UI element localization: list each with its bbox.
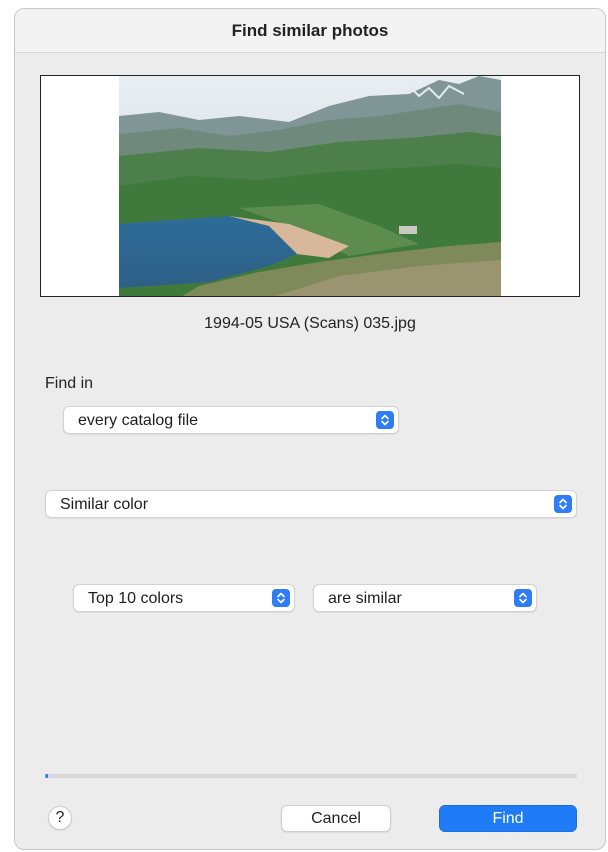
find-button[interactable]: Find bbox=[439, 805, 577, 832]
find-in-label: Find in bbox=[45, 375, 94, 392]
file-name: 1994-05 USA (Scans) 035.jpg bbox=[204, 315, 416, 332]
photo-preview bbox=[40, 75, 580, 297]
help-icon[interactable]: ? bbox=[48, 806, 72, 830]
find-in-value: every catalog file bbox=[78, 412, 199, 429]
cancel-button[interactable]: Cancel bbox=[281, 805, 391, 832]
colors-count-value: Top 10 colors bbox=[88, 590, 184, 607]
criterion-value: Similar color bbox=[60, 496, 149, 513]
similarity-value: are similar bbox=[328, 590, 402, 607]
criterion-popup[interactable]: Similar color bbox=[45, 490, 577, 518]
progress-fill bbox=[45, 774, 48, 778]
similarity-popup[interactable]: are similar bbox=[313, 584, 537, 612]
popup-arrows-icon bbox=[272, 589, 290, 607]
find-similar-dialog: Find similar photos 1994-05 USA (Scans) … bbox=[14, 8, 606, 850]
find-in-popup[interactable]: every catalog file bbox=[63, 406, 399, 434]
landscape-photo bbox=[119, 76, 501, 296]
popup-arrows-icon bbox=[514, 589, 532, 607]
colors-count-popup[interactable]: Top 10 colors bbox=[73, 584, 295, 612]
dialog-title: Find similar photos bbox=[231, 21, 389, 40]
popup-arrows-icon bbox=[376, 411, 394, 429]
progress-bar bbox=[45, 774, 577, 778]
popup-arrows-icon bbox=[554, 495, 572, 513]
title-bar: Find similar photos bbox=[15, 9, 605, 53]
